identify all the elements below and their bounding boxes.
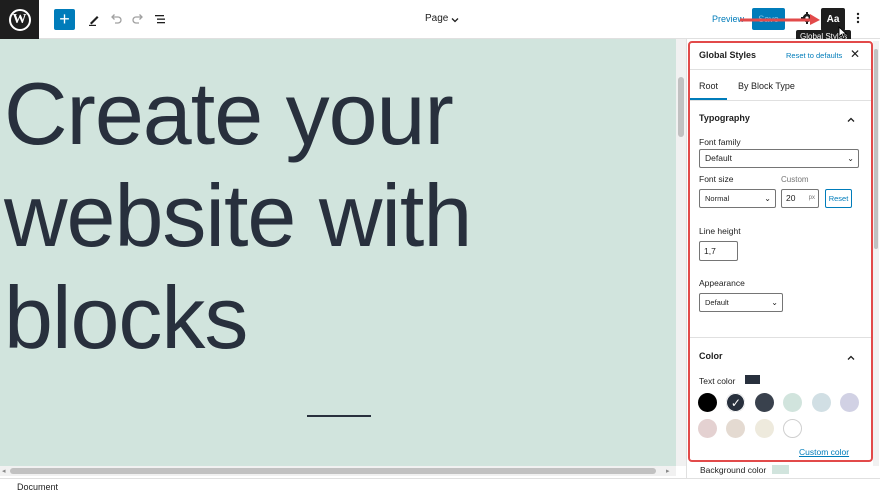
font-size-label: Font size [699,174,734,184]
font-family-select[interactable]: Default ⌄ [699,149,859,168]
appearance-value: Default [705,298,729,307]
color-swatch[interactable] [698,393,717,412]
scrollbar-thumb[interactable] [678,77,684,137]
color-swatch[interactable] [840,393,859,412]
custom-font-size-value: 20 [786,193,796,203]
scrollbar-thumb[interactable] [10,468,656,474]
options-menu-button[interactable] [855,11,861,30]
scroll-right-icon[interactable]: ▸ [666,467,670,475]
wordpress-logo-icon: W [8,8,31,31]
color-swatch[interactable] [811,393,831,412]
typography-panel-title[interactable]: Typography [699,113,750,123]
sidebar-scrollbar[interactable] [873,41,879,466]
undo-button[interactable] [107,10,125,28]
list-view-icon [155,15,165,24]
more-vertical-icon [856,12,860,24]
list-view-button[interactable] [151,10,169,28]
color-swatch[interactable] [754,393,774,412]
font-size-select[interactable]: Normal ⌄ [699,189,776,208]
page-heading[interactable]: Create your website with blocks [4,63,472,369]
color-swatch[interactable] [698,419,717,438]
chevron-up-icon[interactable] [846,350,856,368]
text-color-label: Text color [699,376,736,386]
tools-pencil-button[interactable] [85,10,103,28]
appearance-label: Appearance [699,278,745,288]
tab-by-block-type[interactable]: By Block Type [738,81,795,91]
check-icon: ✓ [730,395,741,410]
text-color-swatch[interactable] [745,375,760,384]
scroll-left-icon[interactable]: ◂ [2,467,6,475]
color-panel-title[interactable]: Color [699,351,723,361]
wordpress-logo-button[interactable]: W [0,0,39,39]
font-size-value: Normal [705,194,730,203]
block-breadcrumb-bar: Document [0,478,880,495]
chevron-down-icon: ⌄ [847,154,854,163]
color-swatch[interactable] [754,419,774,438]
chevron-down-icon: ⌄ [771,298,778,307]
custom-size-label: Custom [781,175,809,184]
reset-to-defaults-button[interactable]: Reset to defaults [786,51,842,60]
font-size-reset-button[interactable]: Reset [825,189,852,208]
font-family-label: Font family [699,137,741,147]
heading-line: website with [4,166,472,265]
annotation-arrow-icon [740,14,820,25]
document-title[interactable]: Page [425,13,448,24]
heading-line: blocks [4,268,248,367]
appearance-select[interactable]: Default ⌄ [699,293,783,312]
chevron-down-icon: ⌄ [764,194,771,203]
redo-icon [132,14,143,24]
chevron-up-icon[interactable] [846,112,856,130]
canvas-horizontal-scrollbar[interactable]: ◂ ▸ [0,466,676,476]
chevron-down-icon[interactable] [450,12,460,30]
color-swatch[interactable]: ✓ [726,393,746,412]
separator-block[interactable] [307,415,371,417]
font-family-value: Default [705,153,732,163]
unit-label: px [808,195,815,201]
pencil-icon [89,16,99,26]
undo-icon [111,14,122,24]
breadcrumb-document[interactable]: Document [17,482,58,492]
tab-root[interactable]: Root [699,81,718,91]
sidebar-title: Global Styles [699,50,757,60]
line-height-label: Line height [699,226,741,236]
line-height-input[interactable]: 1,7 [699,241,738,261]
redo-button[interactable] [129,10,147,28]
canvas-vertical-scrollbar[interactable] [676,39,686,466]
divider [690,69,871,70]
divider [690,337,871,338]
scrollbar-thumb[interactable] [874,49,878,249]
heading-line: Create your [4,64,454,163]
custom-color-link[interactable]: Custom color [799,447,849,457]
editor-canvas[interactable]: Create your website with blocks [0,39,676,466]
custom-font-size-input[interactable]: 20 px [781,189,819,208]
background-color-swatch[interactable] [772,465,789,474]
block-inserter-button[interactable]: + [54,9,75,30]
background-color-label: Background color [700,465,767,475]
close-icon[interactable]: ✕ [850,47,860,61]
divider [690,100,871,101]
mouse-cursor-icon [838,26,848,40]
